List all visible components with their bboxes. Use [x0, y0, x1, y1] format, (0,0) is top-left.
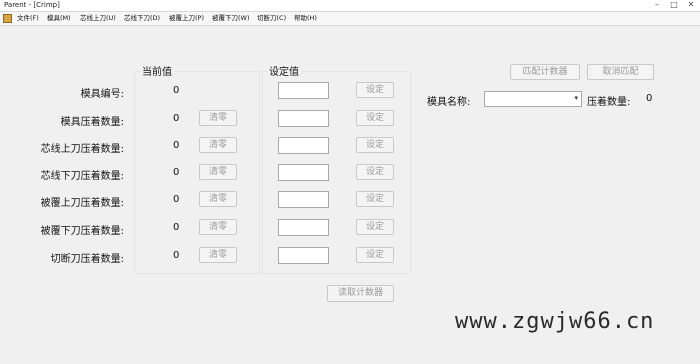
core-upper-count-label: 芯线上刀压着数量: [40, 144, 124, 155]
core-upper-count-input[interactable] [278, 137, 329, 154]
menu-cover-upper-blade[interactable]: 被覆上刀(P) [169, 13, 204, 24]
read-counter-button[interactable]: 读取计数器 [327, 285, 394, 302]
core-lower-count-input[interactable] [278, 164, 329, 181]
menu-file[interactable]: 文件(F) [17, 13, 39, 24]
current-value-title: 当前值 [140, 63, 174, 78]
mold-number-set-button[interactable]: 设定 [356, 82, 394, 98]
cover-lower-count-input[interactable] [278, 219, 329, 236]
cutter-count-input[interactable] [278, 247, 329, 264]
cutter-count-label: 切断刀压着数量: [50, 254, 124, 265]
mold-number-label: 模具编号: [80, 89, 124, 100]
mold-name-select[interactable]: ▾ [484, 91, 582, 107]
core-lower-count-label: 芯线下刀压着数量: [40, 171, 124, 182]
mold-press-count-input[interactable] [278, 110, 329, 127]
match-counter-button[interactable]: 匹配计数器 [510, 64, 580, 80]
window-title: Parent - [Crimp] [4, 1, 60, 9]
core-upper-clear-button[interactable]: 清零 [199, 137, 237, 153]
menu-cover-lower-blade[interactable]: 被覆下刀(W) [212, 13, 250, 24]
menu-mold[interactable]: 模具(M) [47, 13, 71, 24]
mold-press-count-label: 模具压着数量: [60, 117, 124, 128]
app-icon[interactable] [3, 14, 12, 23]
cover-upper-count-value: 0 [173, 194, 180, 205]
close-button[interactable]: ✕ [684, 0, 698, 10]
cover-upper-count-label: 被覆上刀压着数量: [40, 198, 124, 209]
mold-press-count-value: 0 [173, 113, 180, 124]
mold-press-clear-button[interactable]: 清零 [199, 110, 237, 126]
menu-core-lower-blade[interactable]: 芯线下刀(D) [124, 13, 160, 24]
maximize-button[interactable]: □ [667, 0, 681, 10]
minimize-button[interactable]: – [650, 0, 664, 10]
core-upper-count-value: 0 [173, 140, 180, 151]
cutter-set-button[interactable]: 设定 [356, 247, 394, 263]
menu-help[interactable]: 帮助(H) [294, 13, 317, 24]
cover-upper-set-button[interactable]: 设定 [356, 191, 394, 207]
cancel-match-button[interactable]: 取消匹配 [587, 64, 654, 80]
mold-press-set-button[interactable]: 设定 [356, 110, 394, 126]
current-value-group [134, 71, 260, 274]
core-upper-set-button[interactable]: 设定 [356, 137, 394, 153]
cover-lower-count-label: 被覆下刀压着数量: [40, 226, 124, 237]
mold-name-label: 模具名称: [427, 97, 471, 108]
mold-number-value: 0 [173, 85, 180, 96]
mold-number-input[interactable] [278, 82, 329, 99]
setting-value-title: 设定值 [267, 63, 301, 78]
cover-upper-clear-button[interactable]: 清零 [199, 191, 237, 207]
core-lower-clear-button[interactable]: 清零 [199, 164, 237, 180]
cutter-count-value: 0 [173, 250, 180, 261]
cutter-clear-button[interactable]: 清零 [199, 247, 237, 263]
cover-lower-set-button[interactable]: 设定 [356, 219, 394, 235]
cover-upper-count-input[interactable] [278, 191, 329, 208]
watermark-text: www.zgwjw66.cn [455, 309, 655, 334]
title-bar: Parent - [Crimp] – □ ✕ [0, 0, 700, 12]
core-lower-set-button[interactable]: 设定 [356, 164, 394, 180]
press-count-value: 0 [646, 93, 653, 104]
menu-bar: 文件(F) 模具(M) 芯线上刀(U) 芯线下刀(D) 被覆上刀(P) 被覆下刀… [0, 12, 700, 26]
chevron-down-icon: ▾ [574, 94, 578, 102]
cover-lower-count-value: 0 [173, 222, 180, 233]
menu-core-upper-blade[interactable]: 芯线上刀(U) [80, 13, 116, 24]
cover-lower-clear-button[interactable]: 清零 [199, 219, 237, 235]
menu-cutter-blade[interactable]: 切断刀(C) [257, 13, 286, 24]
press-count-label: 压着数量: [587, 97, 631, 108]
core-lower-count-value: 0 [173, 167, 180, 178]
